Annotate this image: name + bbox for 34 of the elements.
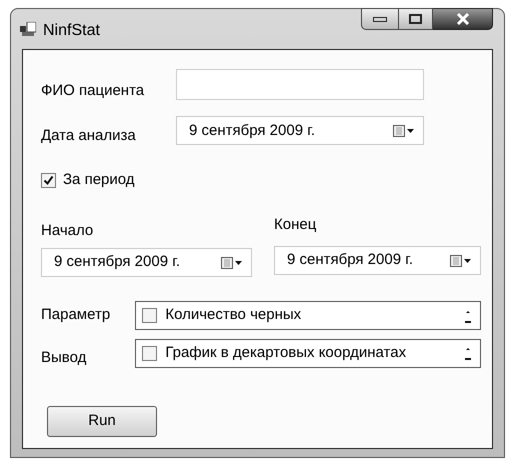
- field-label: Дата анализа: [41, 126, 137, 146]
- checkbox-label: За период: [63, 170, 135, 190]
- field-label: Вывод: [41, 348, 88, 368]
- close-button[interactable]: [433, 8, 493, 30]
- spin-icon[interactable]: [464, 345, 472, 362]
- date-value: 9 сентября 2009 г.: [287, 250, 414, 270]
- list-item[interactable]: График в декартовых координатах: [165, 342, 406, 364]
- calendar-dropdown-icon[interactable]: [221, 256, 243, 268]
- date-value: 9 сентября 2009 г.: [54, 252, 180, 272]
- window-title: NinfStat: [43, 21, 100, 41]
- field-label: Начало: [41, 220, 94, 240]
- field-label: Параметр: [41, 305, 112, 326]
- checkbox[interactable]: [41, 172, 56, 188]
- field-label: Конец: [274, 214, 318, 234]
- date-picker[interactable]: 9 сентября 2009 г.: [176, 116, 424, 146]
- minimize-button[interactable]: [361, 8, 399, 30]
- run-button[interactable]: Run: [47, 406, 157, 436]
- check-icon: [43, 174, 54, 186]
- calendar-dropdown-icon[interactable]: [393, 124, 415, 137]
- date-picker[interactable]: 9 сентября 2009 г.: [41, 248, 252, 277]
- field-label: ФИО пациента: [41, 81, 146, 101]
- maximize-button[interactable]: [399, 8, 433, 30]
- calendar-dropdown-icon[interactable]: [450, 254, 472, 266]
- list-item[interactable]: Количество черных: [165, 304, 302, 327]
- checkbox[interactable]: [142, 308, 158, 323]
- checkbox[interactable]: [142, 346, 158, 361]
- close-icon: [456, 13, 470, 25]
- checked-list-box[interactable]: График в декартовых координатах: [135, 338, 481, 368]
- patient-name-field[interactable]: [176, 68, 424, 100]
- date-picker[interactable]: 9 сентября 2009 г.: [274, 246, 481, 275]
- app-icon: [20, 22, 36, 36]
- checked-list-box[interactable]: Количество черных: [135, 301, 481, 330]
- period-checkbox-row[interactable]: За период: [41, 169, 135, 192]
- date-value: 9 сентября 2009 г.: [189, 120, 316, 140]
